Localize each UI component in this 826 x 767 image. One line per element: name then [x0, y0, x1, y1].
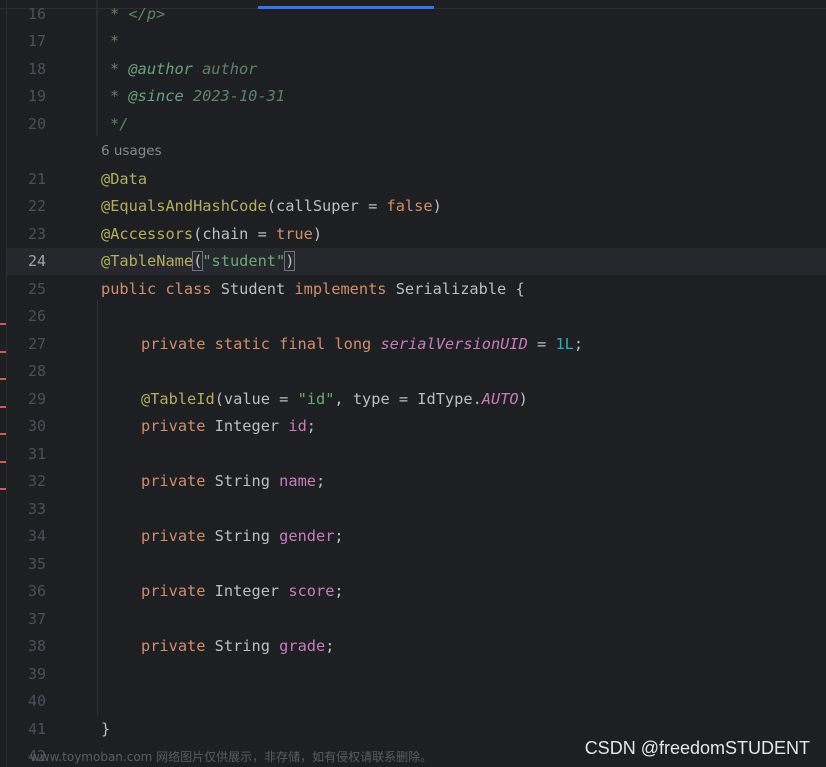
line-number[interactable]: 23 [0, 221, 46, 248]
code-line[interactable]: 34 private String gender; [0, 523, 826, 550]
code-text: @TableId(value = "id", type = IdType.AUT… [141, 390, 528, 408]
line-number[interactable]: 32 [0, 468, 46, 495]
code-line[interactable]: 20 */ [0, 111, 826, 138]
line-number[interactable]: 40 [0, 688, 46, 715]
doc-comment: * [110, 32, 120, 50]
code-line[interactable]: 16 * </p> [0, 1, 826, 28]
code-line[interactable]: 31 [0, 441, 826, 468]
line-number[interactable]: 31 [0, 441, 46, 468]
usages-hint-line[interactable]: 6 usages [0, 138, 826, 165]
doc-tag: @author [128, 60, 193, 78]
code-text: private String gender; [141, 527, 344, 545]
code-line[interactable]: 32 private String name; [0, 468, 826, 495]
bracket-match: ) [284, 251, 296, 271]
line-number[interactable]: 30 [0, 413, 46, 440]
line-number[interactable]: 41 [0, 716, 46, 743]
code-line[interactable]: 33 [0, 496, 826, 523]
line-number[interactable]: 37 [0, 606, 46, 633]
code-line[interactable]: 27 private static final long serialVersi… [0, 331, 826, 358]
code-line[interactable]: 29 @TableId(value = "id", type = IdType.… [0, 386, 826, 413]
code-line[interactable]: 17 * [0, 28, 826, 55]
code-line-current[interactable]: 24 @TableName("student") [0, 248, 826, 275]
line-number[interactable]: 26 [0, 303, 46, 330]
code-text: private Integer id; [141, 417, 316, 435]
line-number[interactable]: 16 [0, 1, 46, 28]
code-line[interactable]: 18 * @author author [0, 56, 826, 83]
code-line[interactable]: 19 * @since 2023-10-31 [0, 83, 826, 110]
line-number-current[interactable]: 24 [0, 248, 46, 275]
usages-hint[interactable]: 6 usages [101, 138, 162, 165]
line-number[interactable]: 27 [0, 331, 46, 358]
code-line[interactable]: 40 [0, 688, 826, 715]
code-text: private String grade; [141, 637, 335, 655]
code-line[interactable]: 22 @EqualsAndHashCode(callSuper = false) [0, 193, 826, 220]
code-text: @EqualsAndHashCode(callSuper = false) [101, 197, 442, 215]
line-number[interactable]: 29 [0, 386, 46, 413]
code-text: private Integer score; [141, 582, 344, 600]
code-line[interactable]: 23 @Accessors(chain = true) [0, 221, 826, 248]
doc-comment: * @since 2023-10-31 [110, 87, 285, 105]
annotation: @Data [101, 170, 148, 188]
code-line[interactable]: 25 public class Student implements Seria… [0, 276, 826, 303]
code-line[interactable]: 26 [0, 303, 826, 330]
csdn-watermark: CSDN @freedomSTUDENT [584, 738, 810, 758]
code-text: private static final long serialVersionU… [141, 335, 584, 353]
doc-comment: */ [110, 115, 129, 133]
source-watermark: www.toymoban.com 网络图片仅供展示，非存储，如有侵权请联系删除。 [30, 750, 433, 764]
line-number[interactable]: 39 [0, 661, 46, 688]
line-number[interactable]: 36 [0, 578, 46, 605]
code-line[interactable]: 28 [0, 358, 826, 385]
line-number[interactable]: 17 [0, 28, 46, 55]
code-line[interactable]: 38 private String grade; [0, 633, 826, 660]
line-number[interactable]: 18 [0, 56, 46, 83]
code-text: @TableName("student") [101, 251, 296, 271]
code-editor[interactable]: 16 * </p> 17 * 18 * @author author 19 * … [0, 0, 826, 767]
code-text: public class Student implements Serializ… [101, 280, 525, 298]
doc-comment: * </p> [110, 5, 166, 23]
code-line[interactable]: 21 @Data [0, 166, 826, 193]
line-number[interactable]: 19 [0, 83, 46, 110]
line-number[interactable]: 34 [0, 523, 46, 550]
line-number[interactable]: 35 [0, 551, 46, 578]
code-text: } [101, 720, 111, 738]
code-line[interactable]: 36 private Integer score; [0, 578, 826, 605]
code-text: @Accessors(chain = true) [101, 225, 323, 243]
line-number[interactable]: 20 [0, 111, 46, 138]
line-number[interactable]: 28 [0, 358, 46, 385]
line-number[interactable]: 38 [0, 633, 46, 660]
line-number[interactable]: 22 [0, 193, 46, 220]
code-line[interactable]: 37 [0, 606, 826, 633]
code-line[interactable]: 35 [0, 551, 826, 578]
line-number[interactable]: 25 [0, 276, 46, 303]
code-line[interactable]: 30 private Integer id; [0, 413, 826, 440]
code-line[interactable]: 39 [0, 661, 826, 688]
doc-comment: * @author author [110, 60, 258, 78]
line-number[interactable]: 21 [0, 166, 46, 193]
doc-tag: @since [128, 87, 184, 105]
bracket-match: ( [192, 251, 204, 271]
line-number[interactable]: 33 [0, 496, 46, 523]
code-text: private String name; [141, 472, 326, 490]
